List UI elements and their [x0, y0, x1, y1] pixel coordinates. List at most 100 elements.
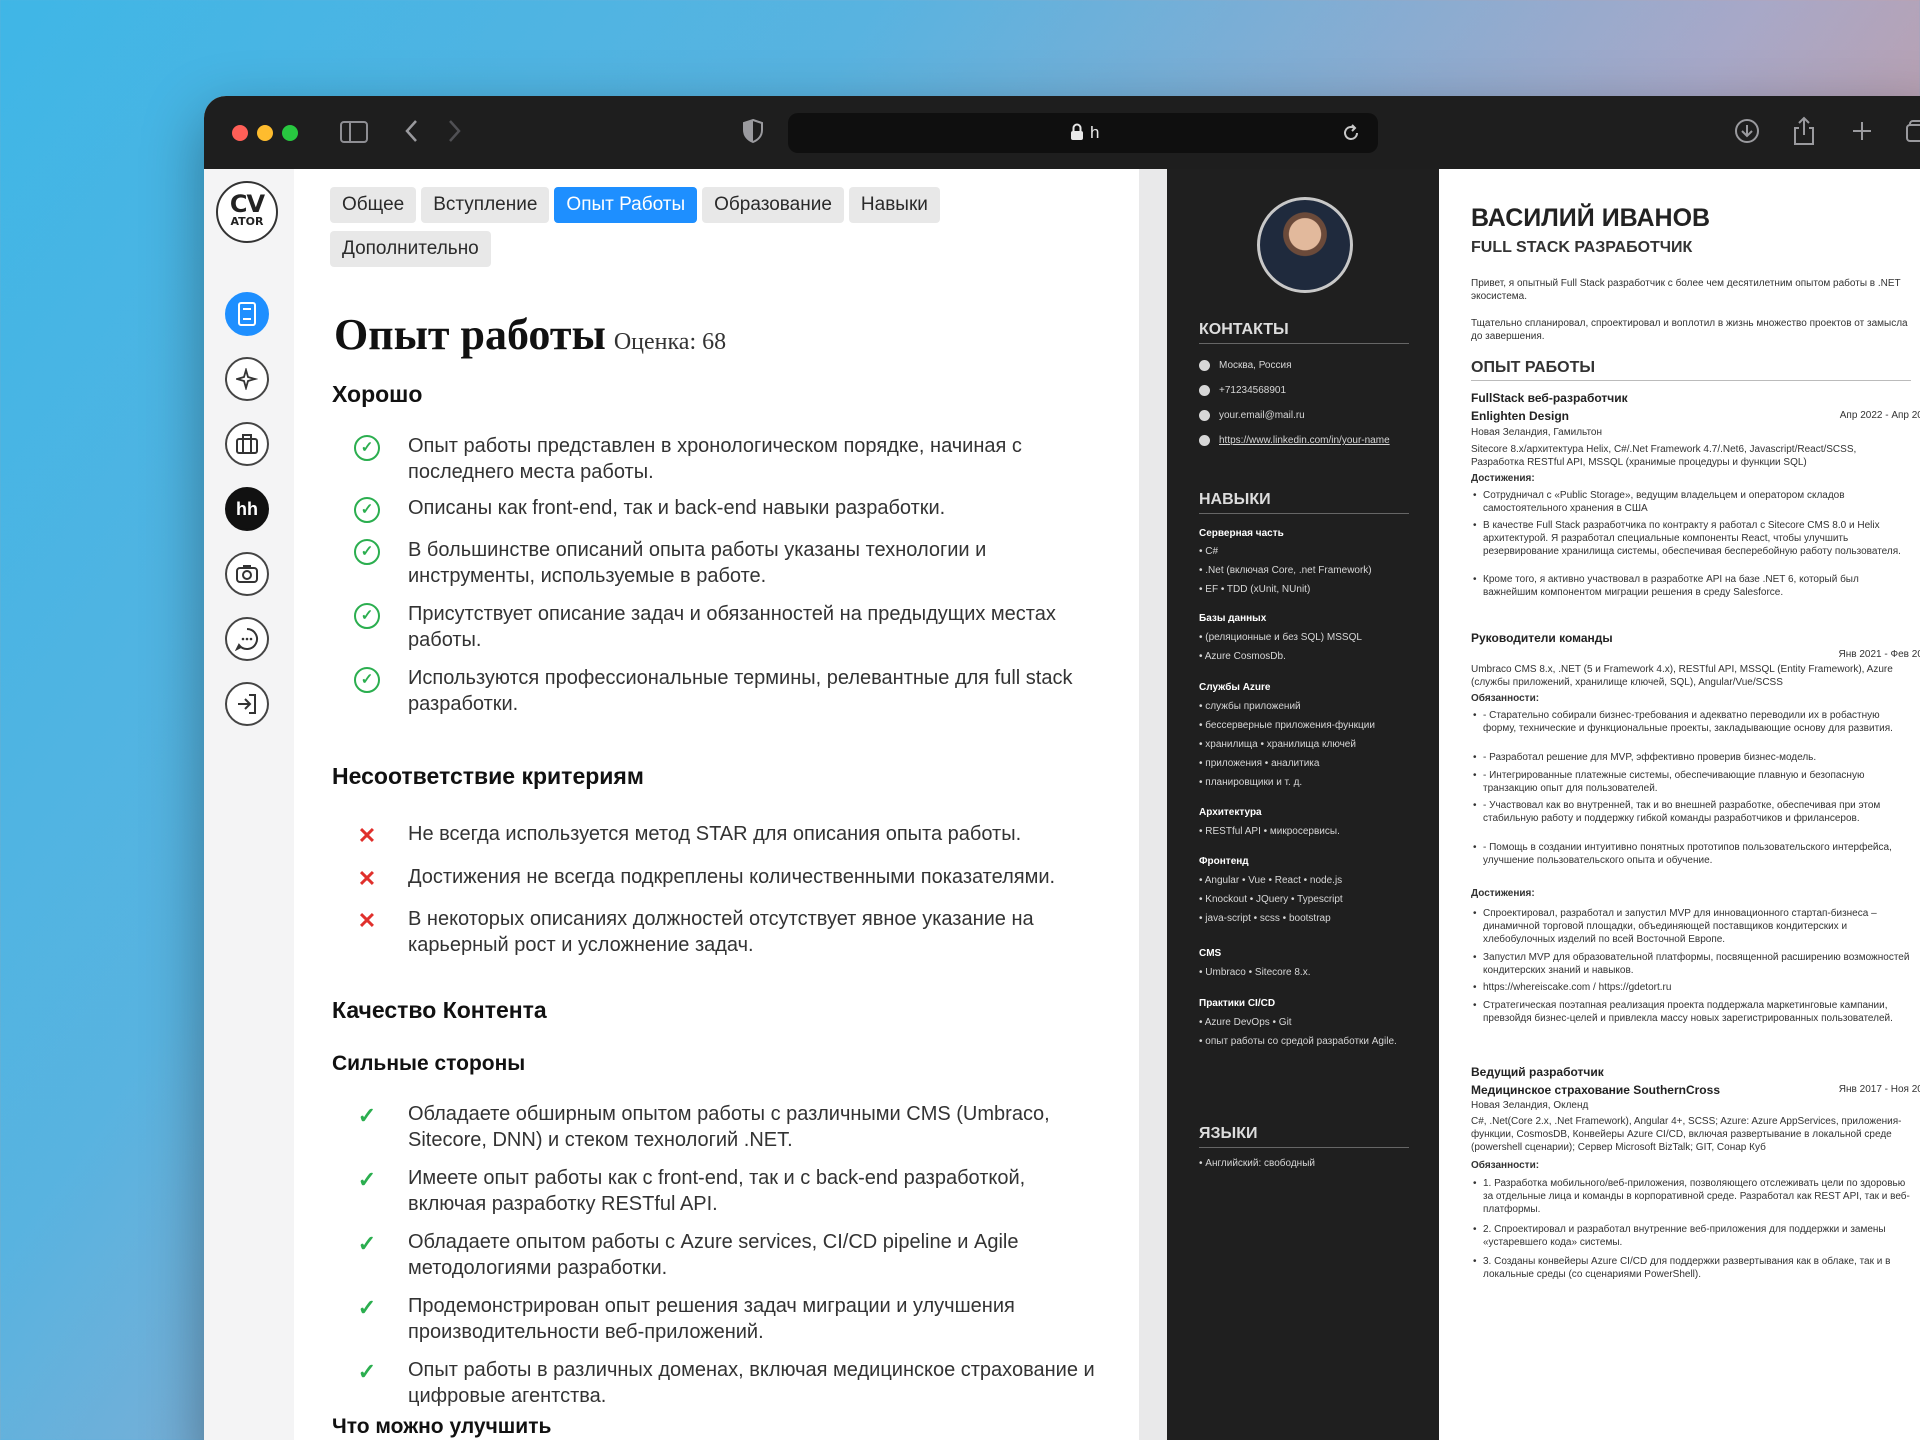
- skill-line: • Azure DevOps • Git: [1199, 1017, 1292, 1028]
- camera-icon[interactable]: [225, 552, 269, 596]
- cross-icon: ✕: [357, 908, 377, 933]
- reload-icon[interactable]: [1341, 123, 1361, 148]
- tab-additional[interactable]: Дополнительно: [330, 231, 491, 267]
- skill-line: • Umbraco • Sitecore 8.x.: [1199, 967, 1311, 978]
- cvator-logo[interactable]: CV ATOR: [216, 181, 278, 243]
- checkmark-icon: ✓: [357, 1103, 377, 1128]
- job-stack: Sitecore 8.x/архитектура Helix, C#/.Net …: [1471, 444, 1857, 468]
- logo-text: CV: [229, 190, 265, 218]
- check-circle-icon: ✓: [354, 539, 380, 565]
- tab-general[interactable]: Общее: [330, 187, 417, 223]
- good-heading: Хорошо: [332, 381, 423, 407]
- check-circle-icon: ✓: [354, 603, 380, 629]
- phone-icon: [1199, 385, 1210, 396]
- download-icon[interactable]: [1734, 118, 1760, 148]
- share-icon[interactable]: [1792, 116, 1816, 150]
- job-bullet[interactable]: https://whereiscake.com / https://gdetor…: [1473, 981, 1911, 994]
- chat-icon[interactable]: [225, 617, 269, 661]
- resume-sidebar: КОНТАКТЫ Москва, Россия +71234568901 you…: [1167, 169, 1439, 1440]
- cross-icon: ✕: [357, 823, 377, 848]
- feedback-panel: Общее Вступление Опыт Работы Образование Нав…: [294, 169, 1139, 1440]
- minimize-window-button[interactable]: [257, 125, 273, 141]
- good-item-text: Присутствует описание задач и обязанност…: [408, 603, 1056, 651]
- job-bullet: - Разработал решение для MVP, эффективно…: [1473, 751, 1911, 764]
- tab-skills[interactable]: Навыки: [848, 187, 940, 223]
- skill-line: • бессерверные приложения-функции: [1199, 720, 1375, 731]
- briefcase-icon[interactable]: [225, 422, 269, 466]
- checkmark-icon: ✓: [357, 1359, 377, 1384]
- skill-line: • службы приложений: [1199, 701, 1301, 712]
- hh-icon[interactable]: hh: [225, 487, 269, 531]
- linkedin-icon: [1199, 435, 1210, 446]
- skill-line: • опыт работы со средой разработки Agile…: [1199, 1036, 1397, 1047]
- resume-role: FULL STACK РАЗРАБОТЧИК: [1471, 239, 1693, 256]
- job-stack: Umbraco CMS 8.x, .NET (5 и Framework 4.x…: [1471, 664, 1893, 688]
- job-bullet: Запустил MVP для образовательной платфор…: [1473, 951, 1911, 977]
- skill-group-title: CMS: [1199, 948, 1222, 959]
- contact-linkedin[interactable]: https://www.linkedin.com/in/your-name: [1219, 434, 1394, 447]
- resume-intro: Привет, я опытный Full Stack разработчик…: [1471, 278, 1901, 302]
- job-bullet: Спроектировал, разработал и запустил MVP…: [1473, 907, 1911, 946]
- skill-line: • java-script • scss • bootstrap: [1199, 913, 1331, 924]
- resume-name: ВАСИЛИЙ ИВАНОВ: [1471, 204, 1711, 232]
- sparkle-icon[interactable]: [225, 357, 269, 401]
- good-item-text: Опыт работы представлен в хронологическо…: [408, 435, 1022, 483]
- job-bullet: 2. Спроектировал и разработал внутренние…: [1473, 1223, 1911, 1249]
- job-bullet: 1. Разработка мобильного/веб-приложения,…: [1473, 1177, 1911, 1216]
- skill-group-title: Серверная часть: [1199, 528, 1284, 539]
- url-text: h: [1090, 123, 1100, 142]
- forward-icon[interactable]: [446, 118, 462, 148]
- tab-education[interactable]: Образование: [702, 187, 844, 223]
- cross-icon: ✕: [357, 866, 377, 891]
- logout-icon[interactable]: [225, 682, 269, 726]
- skill-line: • планировщики и т. д.: [1199, 777, 1303, 788]
- new-tab-icon[interactable]: [1850, 119, 1874, 147]
- quality-heading: Качество Контента: [332, 997, 547, 1023]
- contact-phone: +71234568901: [1219, 385, 1287, 396]
- resume-preview: КОНТАКТЫ Москва, Россия +71234568901 you…: [1167, 169, 1920, 1440]
- back-icon[interactable]: [404, 118, 420, 148]
- panel-divider: [1139, 169, 1167, 1440]
- job-bullet: - Помощь в создании интуитивно понятных …: [1473, 841, 1911, 867]
- section-title: Опыт работы: [334, 310, 606, 359]
- mismatch-item-text: Достижения не всегда подкреплены количес…: [408, 866, 1056, 888]
- job-bullet: Стратегическая поэтапная реализация прое…: [1473, 999, 1911, 1025]
- job-dates: Апр 2022 - Апр 2023: [1839, 410, 1920, 421]
- job-company: Enlighten Design: [1471, 409, 1570, 423]
- skill-line: • Knockout • JQuery • Typescript: [1199, 894, 1343, 905]
- score-label: Оценка: 68: [613, 329, 727, 355]
- tab-experience[interactable]: Опыт Работы: [554, 187, 698, 223]
- shield-icon[interactable]: [742, 118, 764, 148]
- close-window-button[interactable]: [232, 125, 248, 141]
- sidebar-icon[interactable]: [340, 120, 368, 148]
- job-title: FullStack веб-разработчик: [1471, 391, 1628, 405]
- job-bullet: Сотрудничал с «Public Storage», ведущим …: [1473, 489, 1911, 515]
- strength-item-text: Обладаете опытом работы с Azure services…: [408, 1231, 1019, 1279]
- contacts-heading: КОНТАКТЫ: [1199, 321, 1409, 344]
- contact-email: your.email@mail.ru: [1219, 410, 1305, 421]
- experience-heading: ОПЫТ РАБОТЫ: [1471, 359, 1911, 381]
- job-bullet: Кроме того, я активно участвовал в разра…: [1473, 573, 1911, 599]
- strength-item-text: Обладаете обширным опытом работы с разли…: [408, 1103, 1050, 1151]
- skill-line: • Azure CosmosDb.: [1199, 651, 1286, 662]
- skill-line: • C#: [1199, 546, 1219, 557]
- tabs-icon[interactable]: [1906, 119, 1920, 147]
- skill-group-title: Базы данных: [1199, 613, 1267, 624]
- skills-heading: НАВЫКИ: [1199, 491, 1409, 514]
- document-icon[interactable]: [225, 292, 269, 336]
- job-title: Руководители команды: [1471, 631, 1613, 645]
- skill-group-title: Архитектура: [1199, 807, 1262, 818]
- job-subheading: Достижения:: [1471, 888, 1535, 899]
- checkmark-icon: ✓: [357, 1231, 377, 1256]
- skill-line: • Angular • Vue • React • node.js: [1199, 875, 1343, 886]
- address-bar[interactable]: h: [788, 113, 1378, 153]
- skill-group-title: Практики CI/CD: [1199, 998, 1276, 1009]
- check-circle-icon: ✓: [354, 497, 380, 523]
- job-location: Новая Зеландия, Гамильтон: [1471, 427, 1603, 438]
- page-content: CV ATOR hh Общее Вступление Опыт Работы …: [204, 169, 1920, 1440]
- zoom-window-button[interactable]: [282, 125, 298, 141]
- tab-intro[interactable]: Вступление: [421, 187, 550, 223]
- email-icon: [1199, 410, 1210, 421]
- job-subheading: Обязанности:: [1471, 693, 1540, 704]
- job-bullet: - Участвовал как во внутренней, так и во…: [1473, 799, 1911, 825]
